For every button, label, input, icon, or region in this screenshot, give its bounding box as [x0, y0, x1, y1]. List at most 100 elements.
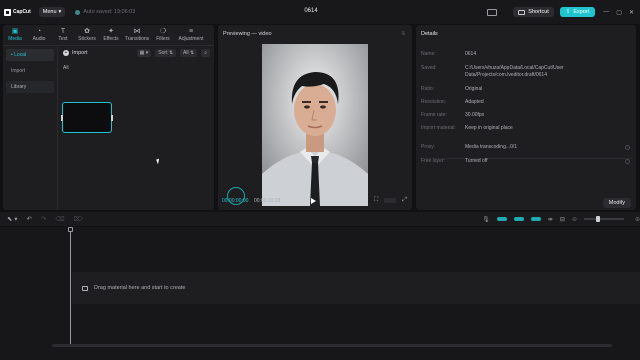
- main-track-magnet-icon[interactable]: [496, 217, 507, 221]
- current-timecode: 00:00:00:00: [222, 197, 249, 204]
- detail-label: Ratio:: [421, 86, 435, 92]
- sort-button[interactable]: Sort ⇅: [155, 49, 177, 57]
- detail-row-import-material: Import material: Keep in original place: [421, 125, 625, 132]
- plus-icon: +: [63, 50, 69, 56]
- tab-label: Adjustment: [178, 36, 204, 42]
- import-button[interactable]: + Import: [63, 50, 88, 56]
- minimize-icon[interactable]: —: [603, 9, 609, 16]
- timeline[interactable]: Drag material here and start to create: [0, 227, 640, 360]
- redo-icon[interactable]: ↷: [41, 215, 46, 223]
- tab-label: Audio: [32, 36, 46, 42]
- project-title: 0614: [304, 8, 318, 14]
- sidebar-item-library[interactable]: Library: [6, 81, 54, 93]
- fit-icon[interactable]: ⊟: [560, 216, 565, 223]
- layout-icon[interactable]: [487, 8, 498, 16]
- filters-icon: ❍: [159, 28, 167, 35]
- detail-label: Frame rate:: [421, 112, 447, 118]
- sidebar-item-local[interactable]: • Local: [6, 49, 54, 61]
- sidebar-item-import[interactable]: Import: [6, 65, 54, 77]
- detail-label: Import material:: [421, 125, 456, 131]
- timeline-ruler[interactable]: [71, 227, 640, 233]
- detail-row-frame-rate: Frame rate: 30.00fps: [421, 112, 625, 119]
- fullscreen-icon[interactable]: ⛶: [374, 197, 378, 204]
- info-icon[interactable]: [625, 159, 630, 164]
- media-toolbar: ▦ ▾ Sort ⇅ All ⇅ ⌕: [136, 49, 210, 57]
- media-sidenav: • Local Import Library: [6, 49, 54, 97]
- tab-media[interactable]: ▣ Media: [3, 25, 27, 45]
- tab-stickers[interactable]: ✿ Stickers: [75, 25, 99, 45]
- trim-handle-left[interactable]: [61, 115, 63, 121]
- menu-button[interactable]: Menu ▾: [38, 7, 66, 17]
- detail-value: Adapted: [465, 99, 484, 105]
- tab-effects[interactable]: ✦ Effects: [99, 25, 123, 45]
- tab-label: Filters: [156, 36, 170, 42]
- keyboard-icon: [518, 9, 526, 15]
- logo-text: CapCut: [13, 9, 31, 15]
- expand-icon[interactable]: ⤢: [402, 197, 407, 204]
- tab-audio[interactable]: ◔ Audio: [27, 25, 51, 45]
- portrait-image: [262, 44, 368, 206]
- playhead[interactable]: [70, 227, 71, 345]
- stickers-icon: ✿: [84, 28, 90, 35]
- text-icon: T: [60, 28, 66, 35]
- tab-label: Stickers: [78, 36, 96, 42]
- detail-value: 0614: [465, 51, 477, 57]
- maximize-icon[interactable]: ▢: [616, 9, 622, 16]
- microphone-icon[interactable]: 🎙: [482, 216, 490, 223]
- auto-snap-icon[interactable]: [513, 217, 524, 221]
- capcut-logo-icon: [4, 8, 11, 16]
- split-icon[interactable]: ⌦: [74, 215, 83, 223]
- tab-label: Effects: [103, 36, 119, 42]
- main-track-dropzone[interactable]: Drag material here and start to create: [72, 272, 640, 304]
- zoom-out-icon[interactable]: ⊖: [572, 216, 577, 223]
- playhead-handle[interactable]: [68, 227, 73, 232]
- app-logo: CapCut: [4, 8, 31, 16]
- info-icon[interactable]: [625, 145, 630, 150]
- close-icon[interactable]: ✕: [629, 9, 634, 16]
- filter-button[interactable]: All ⇅: [180, 49, 198, 57]
- export-button[interactable]: ⇪ Export: [559, 7, 596, 17]
- detail-row-proxy: Proxy: Media transcoding...0/1: [421, 144, 625, 151]
- menu-icon[interactable]: ≡: [401, 31, 405, 37]
- detail-row-ratio: Ratio: Original: [421, 86, 625, 93]
- media-thumbnail[interactable]: [61, 102, 113, 133]
- tab-text[interactable]: T Text: [51, 25, 75, 45]
- trim-handle-right[interactable]: [111, 115, 113, 121]
- export-icon: ⇪: [565, 9, 571, 15]
- play-icon[interactable]: [311, 197, 316, 204]
- detail-row-free-layer: Free layer: Turned off: [421, 158, 625, 165]
- audio-icon: ◔: [36, 28, 42, 35]
- media-drop-icon: [82, 285, 88, 291]
- detail-row-saved: Saved: C:/Users/vhuza/AppData/Local/CapCu…: [421, 65, 625, 79]
- detail-value: Original: [465, 86, 483, 92]
- preview-video-frame[interactable]: [262, 44, 368, 206]
- detail-value: Media transcoding...0/1: [465, 144, 517, 150]
- linkage-icon[interactable]: [530, 217, 541, 221]
- tab-transitions[interactable]: ⋈ Transitions: [123, 25, 151, 45]
- modify-button[interactable]: Modify: [602, 198, 631, 208]
- view-toggle-button[interactable]: ▦ ▾: [136, 49, 152, 57]
- detail-value: 30.00fps: [465, 112, 485, 118]
- preview-axis-icon[interactable]: ⇹: [548, 216, 553, 223]
- zoom-in-icon[interactable]: ⊕: [635, 216, 640, 223]
- delete-icon[interactable]: ⌫: [55, 215, 64, 223]
- total-timecode: 00:00:19:28: [254, 197, 281, 204]
- tab-filters[interactable]: ❍ Filters: [151, 25, 175, 45]
- detail-value: Turned off: [465, 158, 488, 164]
- title-bar: CapCut Menu ▾ Auto saved: 19:06:03 0614 …: [0, 0, 640, 24]
- adjustment-icon: ≡: [188, 28, 194, 35]
- undo-icon[interactable]: ↶: [27, 215, 32, 223]
- search-icon[interactable]: ⌕: [201, 49, 210, 57]
- details-panel: Details Name: 0614 Saved: C:/Users/vhuza/A…: [416, 25, 636, 210]
- horizontal-scrollbar[interactable]: [52, 344, 612, 347]
- tab-label: Transitions: [124, 36, 150, 42]
- ratio-button[interactable]: [384, 198, 397, 203]
- tab-adjustment[interactable]: ≡ Adjustment: [175, 25, 207, 45]
- select-tool-icon[interactable]: ⬉ ▾: [7, 215, 18, 223]
- zoom-slider[interactable]: [583, 216, 624, 222]
- media-panel: ▣ Media ◔ Audio T Text ✿ Stickers ✦ Effects ⋈…: [3, 25, 214, 210]
- zoom-slider-knob[interactable]: [595, 216, 600, 222]
- detail-row-name: Name: 0614: [421, 51, 625, 58]
- shortcut-button[interactable]: Shortcut: [513, 7, 554, 17]
- cloud-sync-icon: [75, 9, 81, 15]
